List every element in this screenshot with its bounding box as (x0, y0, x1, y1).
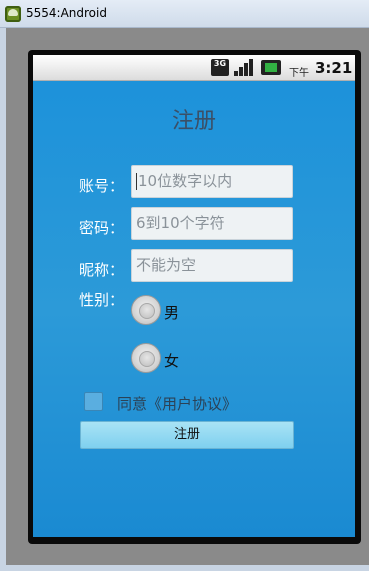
gender-female-label[interactable]: 女 (164, 350, 179, 371)
agree-label[interactable]: 同意《用户协议》 (117, 393, 237, 414)
gender-male-radio[interactable] (131, 295, 161, 325)
password-label: 密码： (79, 219, 125, 237)
window-frame-bottom (0, 565, 369, 571)
gender-male-label[interactable]: 男 (164, 302, 179, 323)
gender-female-radio[interactable] (131, 343, 161, 373)
android-icon (5, 6, 21, 22)
nickname-placeholder: 不能为空 (136, 256, 197, 274)
account-input[interactable]: 10位数字以内 (131, 165, 293, 198)
device-screen: 3G 下午 3:21 注册 账号： 10位数字以内 密码： 6到10个字符 昵称… (33, 55, 355, 537)
battery-icon (261, 60, 281, 75)
window-title: 5554:Android (26, 6, 107, 20)
status-bar: 3G 下午 3:21 (33, 55, 355, 81)
gender-label: 性别： (79, 291, 125, 309)
nickname-label: 昵称： (79, 261, 125, 279)
page-title: 注册 (171, 109, 216, 134)
status-ampm: 下午 (289, 68, 309, 79)
signal-icon (234, 59, 256, 76)
account-label: 账号： (79, 177, 125, 195)
password-input[interactable]: 6到10个字符 (131, 207, 293, 240)
window-titlebar[interactable]: 5554:Android (0, 0, 369, 28)
nickname-input[interactable]: 不能为空 (131, 249, 293, 282)
text-cursor (136, 173, 137, 190)
password-placeholder: 6到10个字符 (136, 214, 225, 232)
status-time: 3:21 (315, 59, 353, 77)
agree-checkbox[interactable] (84, 392, 103, 411)
account-placeholder: 10位数字以内 (138, 172, 233, 190)
network-3g-icon: 3G (211, 59, 229, 76)
register-button[interactable]: 注册 (80, 421, 294, 449)
